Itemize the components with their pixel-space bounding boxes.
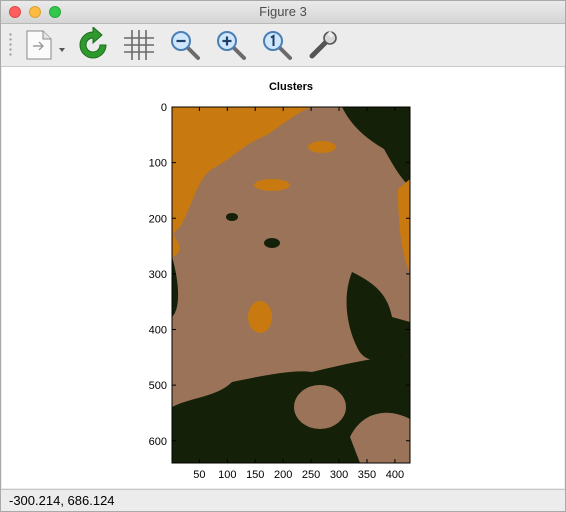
- cluster-image: [172, 107, 410, 463]
- y-tick-label: 400: [149, 325, 167, 337]
- x-tick-label: 50: [193, 469, 205, 481]
- grid-button[interactable]: [121, 27, 157, 63]
- x-tick-label: 250: [302, 469, 320, 481]
- y-tick-label: 300: [149, 269, 167, 281]
- window-title: Figure 3: [259, 4, 307, 19]
- save-figure-button[interactable]: [21, 27, 69, 63]
- figure-window: Figure 3 Clusters 0 100 200 300 400 500 …: [0, 0, 566, 512]
- zoom-in-button[interactable]: [213, 27, 249, 63]
- x-tick-label: 300: [330, 469, 348, 481]
- cluster-image-plot[interactable]: 0 100 200 300 400 500 600 50 100 150 200 250 300 350 4…: [2, 67, 564, 488]
- cluster-3-region: [226, 213, 238, 221]
- cluster-1-region: [308, 141, 336, 153]
- y-tick-label: 500: [149, 380, 167, 392]
- cluster-1-region: [248, 301, 272, 333]
- cluster-1-region: [254, 179, 290, 191]
- cursor-coordinates: -300.214, 686.124: [9, 493, 115, 508]
- status-bar: -300.214, 686.124: [1, 489, 565, 511]
- zoom-out-icon: [171, 31, 200, 60]
- wrench-icon: [309, 31, 337, 59]
- zoom-reset-button[interactable]: [259, 27, 295, 63]
- document-save-icon: [26, 30, 65, 60]
- x-tick-label: 100: [218, 469, 236, 481]
- zoom-1-icon: [263, 31, 292, 60]
- refresh-icon: [79, 27, 107, 59]
- properties-button[interactable]: [305, 27, 341, 63]
- y-tick-label: 100: [149, 158, 167, 170]
- toolbar: [1, 24, 565, 67]
- zoom-out-button[interactable]: [167, 27, 203, 63]
- y-tick-label: 200: [149, 213, 167, 225]
- x-tick-label: 400: [386, 469, 404, 481]
- grid-icon: [124, 30, 154, 60]
- y-tick-label: 600: [149, 436, 167, 448]
- y-tick-label: 0: [161, 102, 167, 114]
- cluster-2-region: [294, 385, 346, 429]
- x-tick-label: 200: [274, 469, 292, 481]
- x-tick-label: 150: [246, 469, 264, 481]
- zoom-in-icon: [217, 31, 246, 60]
- title-bar: Figure 3: [1, 1, 565, 24]
- x-tick-label: 350: [358, 469, 376, 481]
- toolbar-grip[interactable]: [9, 32, 12, 58]
- cluster-3-region: [264, 238, 280, 248]
- figure-canvas[interactable]: Clusters 0 100 200 300 400 500 600 50 100 150 200 2…: [2, 67, 564, 488]
- refresh-button[interactable]: [75, 27, 111, 63]
